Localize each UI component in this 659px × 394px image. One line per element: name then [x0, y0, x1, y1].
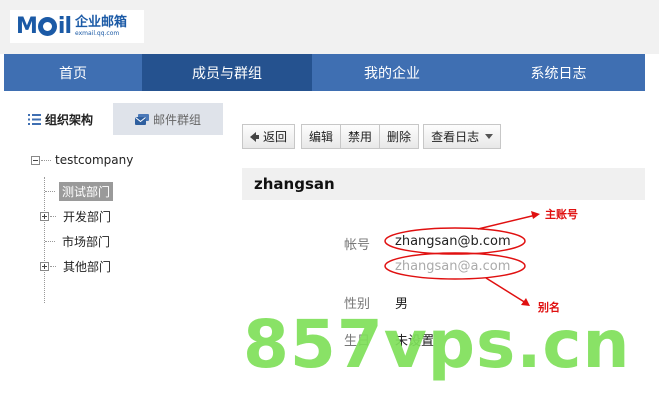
tree-node[interactable]: 市场部门 [40, 231, 113, 251]
mail-group-icon [134, 113, 149, 125]
tab-mail-groups[interactable]: 邮件群组 [113, 103, 223, 135]
alias-arrowhead [521, 298, 530, 306]
tree-node[interactable]: 开发部门 [40, 206, 114, 226]
main-nav: 首页 成员与群组 我的企业 系统日志 [4, 54, 645, 91]
org-tree: testcompany 测试部门 开发部门 市场部门 其他部门 [8, 135, 223, 350]
primary-arrow [477, 214, 537, 230]
nav-item-label: 我的企业 [364, 65, 420, 82]
logo-url: exmail.qq.com [75, 30, 120, 37]
action-button-group: 编辑 禁用 删除 [301, 124, 420, 149]
chevron-down-icon [485, 134, 494, 139]
nav-item-label: 系统日志 [530, 65, 587, 82]
delete-label: 删除 [387, 130, 412, 144]
account-label: 帐号 [344, 238, 371, 253]
logo[interactable]: Mil 企业邮箱 exmail.qq.com [10, 10, 144, 43]
collapse-icon[interactable] [31, 155, 40, 165]
delete-button[interactable]: 删除 [379, 124, 420, 149]
tab-label: 邮件群组 [152, 112, 201, 127]
nav-item-system-log[interactable]: 系统日志 [472, 54, 645, 91]
primary-annotation: 主账号 [545, 208, 578, 221]
expand-icon[interactable] [40, 211, 49, 221]
sidebar: 组织架构 邮件群组 testcompany 测试部门 开发部门 市场部门 其他部… [8, 103, 223, 350]
tab-org-structure[interactable]: 组织架构 [8, 103, 113, 135]
logo-o-icon [37, 17, 57, 36]
tree-root-label: testcompany [55, 153, 134, 167]
tree-root[interactable]: testcompany [31, 153, 133, 167]
view-log-label: 查看日志 [431, 130, 480, 144]
tree-node-label: 市场部门 [62, 234, 111, 249]
nav-item-members[interactable]: 成员与群组 [142, 54, 312, 91]
disable-label: 禁用 [348, 130, 373, 144]
account-value: zhangsan@b.com [395, 234, 511, 249]
logo-mark: Mil [16, 14, 72, 39]
alias-arrow [485, 277, 527, 304]
disable-button[interactable]: 禁用 [340, 124, 380, 149]
tab-label: 组织架构 [44, 112, 93, 127]
back-label: 返回 [263, 130, 288, 144]
tree-node-label: 其他部门 [63, 259, 112, 274]
tree-node-label: 开发部门 [63, 209, 112, 224]
header: Mil 企业邮箱 exmail.qq.com [0, 0, 659, 54]
member-title-bar: zhangsan [242, 168, 645, 200]
logo-text: 企业邮箱 [75, 15, 128, 30]
list-icon [27, 113, 41, 125]
tree-node[interactable]: 其他部门 [40, 256, 114, 276]
nav-item-label: 成员与群组 [192, 65, 262, 82]
watermark: 857vps.cn [243, 306, 631, 383]
view-log-dropdown[interactable]: 查看日志 [423, 124, 502, 149]
nav-item-label: 首页 [59, 65, 87, 82]
edit-button[interactable]: 编辑 [301, 124, 341, 149]
toolbar: 返回 编辑 禁用 删除 查看日志 [242, 124, 502, 149]
tree-node-label: 测试部门 [59, 181, 114, 201]
edit-label: 编辑 [309, 130, 334, 144]
tree-node[interactable]: 测试部门 [40, 181, 114, 201]
nav-item-home[interactable]: 首页 [4, 54, 142, 91]
expand-icon[interactable] [40, 261, 49, 271]
member-name: zhangsan [254, 175, 335, 193]
alias-value: zhangsan@a.com [395, 259, 511, 274]
nav-item-enterprise[interactable]: 我的企业 [312, 54, 472, 91]
primary-arrowhead [531, 211, 540, 219]
back-button[interactable]: 返回 [242, 124, 296, 149]
